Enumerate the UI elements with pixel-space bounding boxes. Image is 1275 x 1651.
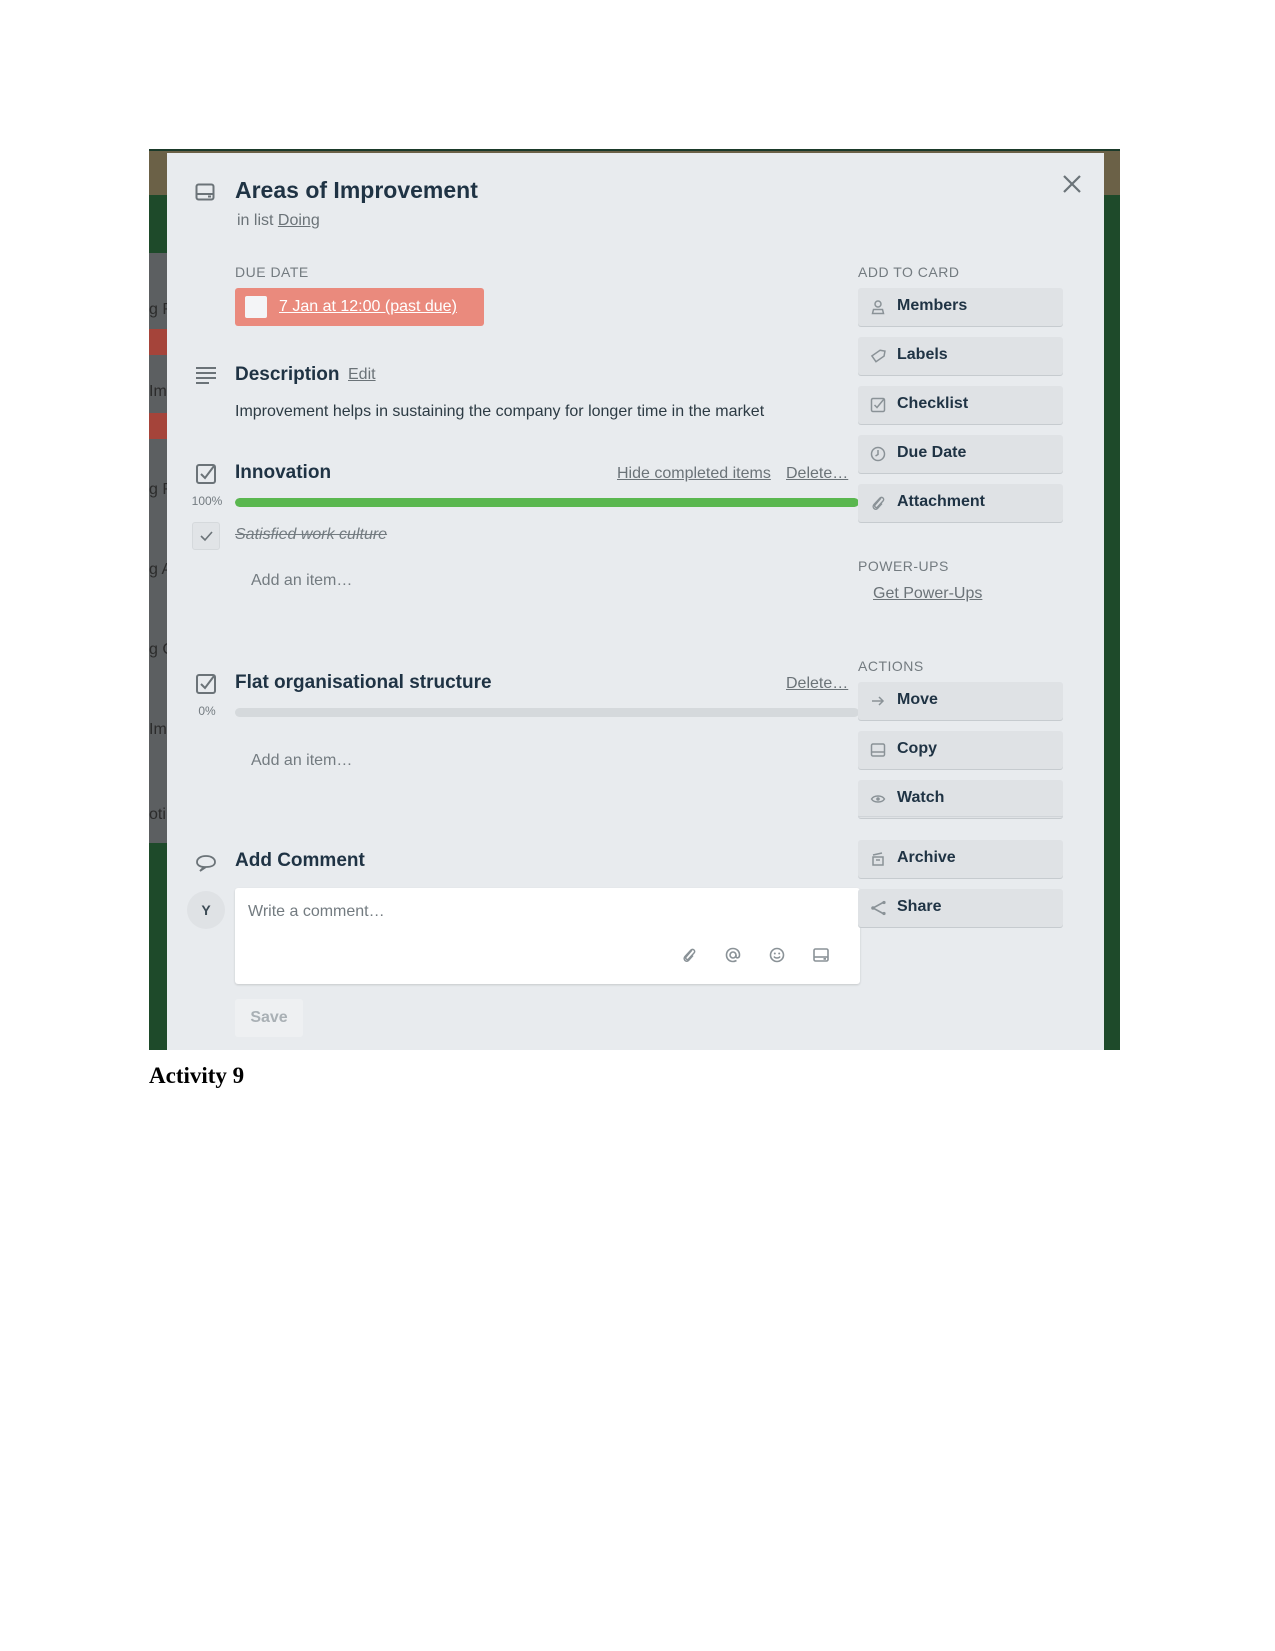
add-to-card-label: ADD TO CARD	[858, 264, 960, 280]
check-icon	[200, 531, 213, 542]
save-comment-button[interactable]: Save	[235, 999, 303, 1037]
hide-completed-link[interactable]: Hide completed items	[617, 465, 771, 483]
background-card: g A	[149, 561, 169, 578]
checklist-progress-label: 0%	[198, 704, 216, 718]
comment-input[interactable]: Write a comment…	[235, 888, 860, 984]
share-button[interactable]: Share	[858, 889, 1063, 927]
background-card-badge	[149, 329, 169, 355]
actions-divider	[858, 816, 1063, 817]
person-icon	[871, 300, 885, 315]
arrow-right-icon	[872, 696, 885, 706]
due-date-value[interactable]: 7 Jan at 12:00 (past due)	[279, 298, 457, 316]
attachment-button[interactable]: Attachment	[858, 484, 1063, 522]
members-button[interactable]: Members	[858, 288, 1063, 326]
due-date-button[interactable]: Due Date	[858, 435, 1063, 473]
checklist-progress-bar	[235, 708, 859, 717]
due-complete-checkbox[interactable]	[245, 296, 267, 318]
members-label: Members	[897, 297, 968, 314]
attachment-label: Attachment	[897, 493, 986, 510]
archive-icon	[872, 852, 884, 866]
archive-label: Archive	[897, 849, 956, 866]
attachment-icon[interactable]	[680, 946, 698, 964]
background-card: g R	[149, 301, 169, 318]
description-icon	[196, 367, 216, 384]
card-title[interactable]: Areas of Improvement	[235, 177, 478, 204]
checklist-icon	[196, 674, 216, 694]
actions-label: ACTIONS	[858, 658, 924, 674]
share-label: Share	[897, 898, 942, 915]
emoji-icon[interactable]	[768, 946, 786, 964]
get-power-ups-link[interactable]: Get Power-Ups	[873, 585, 982, 603]
card-icon[interactable]	[812, 946, 830, 964]
due-date-label: DUE DATE	[235, 264, 309, 280]
add-item-button[interactable]: Add an item…	[251, 572, 352, 590]
due-date-badge[interactable]: 7 Jan at 12:00 (past due)	[235, 288, 484, 326]
description-text[interactable]: Improvement helps in sustaining the comp…	[235, 403, 764, 421]
description-heading: Description	[235, 364, 340, 385]
tag-icon	[870, 349, 886, 363]
delete-checklist-link[interactable]: Delete…	[786, 675, 848, 693]
card-list-info: in list Doing	[237, 212, 320, 230]
card-icon	[195, 183, 215, 201]
paperclip-icon	[872, 496, 885, 510]
labels-button[interactable]: Labels	[858, 337, 1063, 375]
progress-fill	[235, 498, 859, 507]
background-card: g R	[149, 481, 169, 498]
checklist-title[interactable]: Innovation	[235, 462, 331, 484]
checklist-label: Checklist	[897, 395, 969, 412]
checklist-title[interactable]: Flat organisational structure	[235, 672, 492, 694]
background-card: oti	[149, 806, 166, 823]
edit-description-link[interactable]: Edit	[348, 366, 376, 384]
labels-label: Labels	[897, 346, 948, 363]
checklist-icon	[196, 464, 216, 484]
close-icon[interactable]	[1059, 171, 1085, 197]
background-card: Im	[149, 383, 167, 400]
comment-placeholder: Write a comment…	[248, 903, 385, 920]
move-label: Move	[897, 691, 938, 708]
background-card: g C	[149, 641, 169, 658]
screenshot-frame: g R Im g R g A g C Im oti Areas of Impro…	[149, 149, 1120, 1050]
move-button[interactable]: Move	[858, 682, 1063, 720]
checklist-progress-bar	[235, 498, 859, 507]
watch-label: Watch	[897, 789, 945, 806]
delete-checklist-link[interactable]: Delete…	[786, 465, 848, 483]
avatar[interactable]: Y	[187, 891, 225, 929]
clock-icon	[870, 446, 886, 462]
list-prefix: in list	[237, 212, 274, 229]
power-ups-label: POWER-UPS	[858, 558, 949, 574]
card-icon	[870, 743, 886, 757]
due-date-label: Due Date	[897, 444, 967, 461]
background-card-badge	[149, 413, 169, 439]
card-detail-modal: Areas of Improvement in list Doing DUE D…	[167, 153, 1104, 1050]
checklist-progress-label: 100%	[191, 494, 223, 508]
background-card: Im	[149, 721, 167, 738]
checklist-item-text[interactable]: Satisfied work culture	[235, 526, 387, 544]
comment-icon	[196, 855, 216, 872]
watch-button[interactable]: Watch	[858, 780, 1063, 818]
mention-icon[interactable]	[724, 946, 742, 964]
checklist-button[interactable]: Checklist	[858, 386, 1063, 424]
add-item-button[interactable]: Add an item…	[251, 752, 352, 770]
add-comment-heading: Add Comment	[235, 850, 365, 871]
activity-caption: Activity 9	[149, 1063, 245, 1088]
eye-icon	[870, 795, 886, 803]
copy-button[interactable]: Copy	[858, 731, 1063, 769]
checklist-icon	[870, 397, 886, 413]
archive-button[interactable]: Archive	[858, 840, 1063, 878]
copy-label: Copy	[897, 740, 937, 757]
list-link[interactable]: Doing	[278, 212, 320, 229]
checklist-item-checkbox[interactable]	[192, 522, 220, 550]
share-icon	[871, 900, 886, 916]
